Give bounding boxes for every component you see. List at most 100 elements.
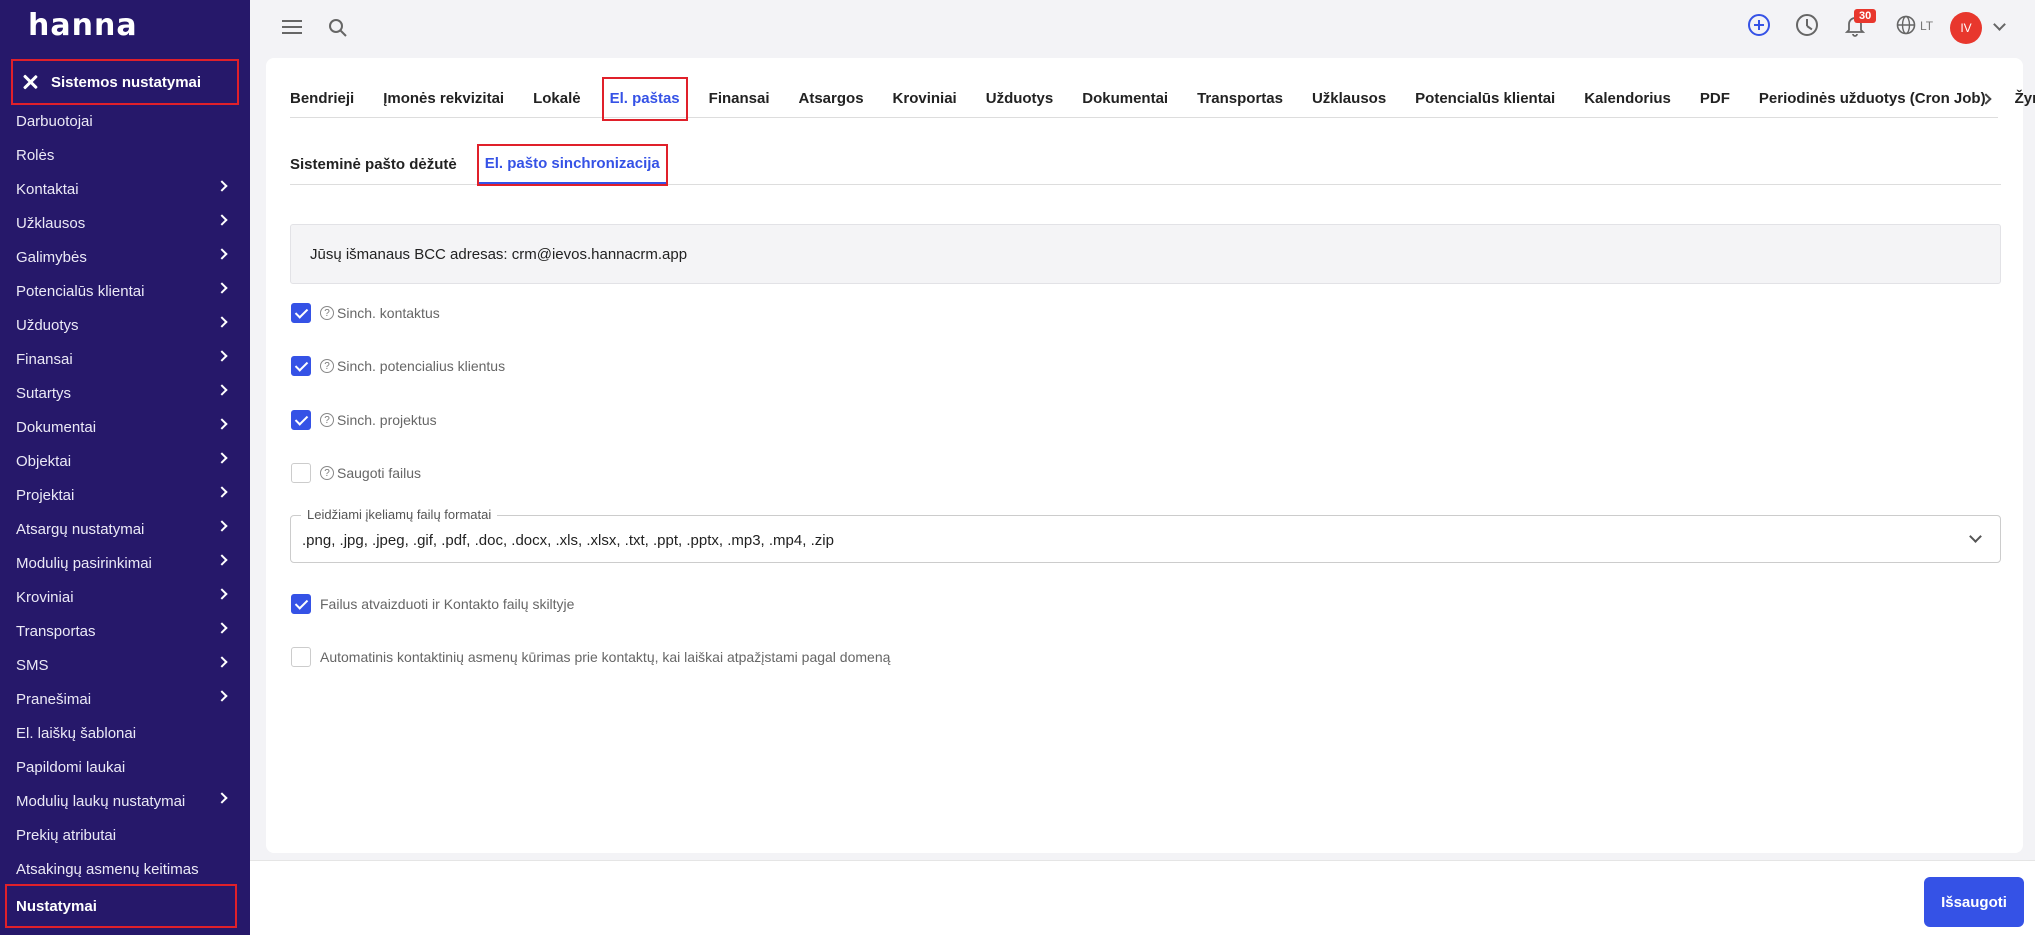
file-formats-select[interactable]: Leidžiami įkeliamų failų formatai .png, … [290,507,2001,563]
help-icon[interactable]: ? [320,306,334,320]
sidebar-item-objektai[interactable]: Objektai [0,444,250,478]
auto-create-contacts-label: Automatinis kontaktinių asmenų kūrimas p… [320,649,891,665]
sidebar-item-moduliu-pasirinkimai[interactable]: Modulių pasirinkimai [0,546,250,580]
tab-pdf[interactable]: PDF [1700,80,1730,118]
chevron-right-icon [216,622,228,634]
sync-projects-checkbox[interactable] [291,410,311,430]
close-icon[interactable] [21,73,39,91]
sync-contacts-checkbox[interactable] [291,303,311,323]
save-files-checkbox[interactable] [291,463,311,483]
show-in-contact-files-option[interactable]: Failus atvaizduoti ir Kontakto failų ski… [291,594,574,614]
sidebar-item-label: Objektai [16,452,72,470]
help-icon[interactable]: ? [320,466,334,480]
chevron-right-icon [216,486,228,498]
tab-finansai[interactable]: Finansai [709,80,770,118]
tab-uzduotys[interactable]: Užduotys [986,80,1054,118]
sidebar-item-label: Nustatymai [16,897,97,915]
chevron-right-icon [216,588,228,600]
tab-dokumentai[interactable]: Dokumentai [1082,80,1168,118]
sidebar-item-papildomi-laukai[interactable]: Papildomi laukai [0,750,250,784]
sidebar-item-label: El. laiškų šablonai [16,724,137,742]
sidebar-item-kontaktai[interactable]: Kontaktai [0,172,250,206]
avatar[interactable]: IV [1950,12,1982,44]
tab-zymes[interactable]: Žymės [2015,80,2035,118]
sidebar-item-finansai[interactable]: Finansai [0,342,250,376]
sync-leads-checkbox[interactable] [291,356,311,376]
sidebar-item-el-laisku-sablonai[interactable]: El. laiškų šablonai [0,716,250,750]
sync-leads-option[interactable]: ? Sinch. potencialius klientus [291,356,505,376]
sidebar-item-sutartys[interactable]: Sutartys [0,376,250,410]
sidebar-item-label: Užklausos [16,214,86,232]
tab-potencialus-klientai[interactable]: Potencialūs klientai [1415,80,1555,118]
chevron-right-icon [216,384,228,396]
sidebar-item-uzduotys[interactable]: Užduotys [0,308,250,342]
sidebar-item-label: Kroviniai [16,588,74,606]
chevron-right-icon [216,520,228,532]
sidebar-header-label: Sistemos nustatymai [51,73,202,91]
sidebar-item-label: Transportas [16,622,96,640]
tab-atsargos[interactable]: Atsargos [799,80,864,118]
add-icon[interactable] [1748,14,1770,36]
tab-periodines-uzduotys-cron-job[interactable]: Periodinės užduotys (Cron Job) [1759,80,1986,118]
chevron-right-icon [216,248,228,260]
globe-icon[interactable] [1896,15,1916,35]
sidebar-close-settings[interactable]: Sistemos nustatymai [11,59,239,105]
tab-bendrieji[interactable]: Bendrieji [290,80,354,118]
settings-card: Bendrieji Įmonės rekvizitai Lokalė El. pašt… [266,58,2035,853]
subtab-sistemine-pasto-dezute[interactable]: Sisteminė pašto dėžutė [290,146,457,184]
sidebar-item-uzklausos[interactable]: Užklausos [0,206,250,240]
sidebar-item-darbuotojai[interactable]: Darbuotojai [0,104,250,138]
app-logo[interactable]: hanna [28,8,138,43]
show-in-contact-files-checkbox[interactable] [291,594,311,614]
sidebar-item-label: Atsargų nustatymai [16,520,145,538]
language-label[interactable]: LT [1920,19,1933,33]
tab-el-pastas[interactable]: El. paštas [601,76,688,121]
sidebar-item-atsakingu-asmenu-keitimas[interactable]: Atsakingų asmenų keitimas [0,852,250,886]
sidebar-item-nustatymai[interactable]: Nustatymai [5,884,237,928]
sidebar-item-potencialus-klientai[interactable]: Potencialūs klientai [0,274,250,308]
tab-imones-rekvizitai[interactable]: Įmonės rekvizitai [383,80,504,118]
sidebar-item-transportas[interactable]: Transportas [0,614,250,648]
chevron-down-icon[interactable] [1969,530,1982,543]
clock-icon[interactable] [1796,14,1818,36]
sidebar-item-label: Užduotys [16,316,79,334]
subtab-el-pasto-sinchronizacija[interactable]: El. pašto sinchronizacija [476,143,668,186]
chevron-down-icon[interactable] [1993,18,2006,31]
menu-icon[interactable] [282,20,302,36]
sidebar-item-kroviniai[interactable]: Kroviniai [0,580,250,614]
help-icon[interactable]: ? [320,359,334,373]
chevron-right-icon [216,214,228,226]
auto-create-contacts-option[interactable]: Automatinis kontaktinių asmenų kūrimas p… [291,647,890,667]
email-subtabs: Sisteminė pašto dėžutė El. pašto sinchron… [290,143,2001,186]
sidebar-item-projektai[interactable]: Projektai [0,478,250,512]
sidebar-item-galimybes[interactable]: Galimybės [0,240,250,274]
sidebar-item-label: Darbuotojai [16,112,93,130]
sidebar-item-atsargu-nustatymai[interactable]: Atsargų nustatymai [0,512,250,546]
sidebar-item-moduliu-lauku-nustatymai[interactable]: Modulių laukų nustatymai [0,784,250,818]
search-icon[interactable] [328,18,348,38]
notification-badge: 30 [1854,9,1877,23]
chevron-right-icon [216,656,228,668]
sidebar-item-prekiu-atributai[interactable]: Prekių atributai [0,818,250,852]
save-files-option[interactable]: ? Saugoti failus [291,463,421,483]
tab-kroviniai[interactable]: Kroviniai [893,80,957,118]
tab-kalendorius[interactable]: Kalendorius [1584,80,1671,118]
sidebar-item-roles[interactable]: Rolės [0,138,250,172]
file-formats-label: Leidžiami įkeliamų failų formatai [301,507,498,522]
sidebar-item-pranesimai[interactable]: Pranešimai [0,682,250,716]
footer-bar: Išsaugoti [250,860,2035,935]
save-button[interactable]: Išsaugoti [1924,877,2024,927]
tab-transportas[interactable]: Transportas [1197,80,1283,118]
sidebar: hanna Sistemos nustatymai Darbuotojai Rol… [0,0,250,935]
sidebar-item-dokumentai[interactable]: Dokumentai [0,410,250,444]
sync-contacts-option[interactable]: ? Sinch. kontaktus [291,303,440,323]
chevron-right-icon [216,792,228,804]
top-bar: 30 LT IV [250,0,2035,56]
tab-uzklausos[interactable]: Užklausos [1312,80,1386,118]
auto-create-contacts-checkbox[interactable] [291,647,311,667]
sidebar-item-label: Potencialūs klientai [16,282,145,300]
tab-lokale[interactable]: Lokalė [533,80,581,118]
sync-projects-option[interactable]: ? Sinch. projektus [291,410,437,430]
help-icon[interactable]: ? [320,413,334,427]
sidebar-item-sms[interactable]: SMS [0,648,250,682]
